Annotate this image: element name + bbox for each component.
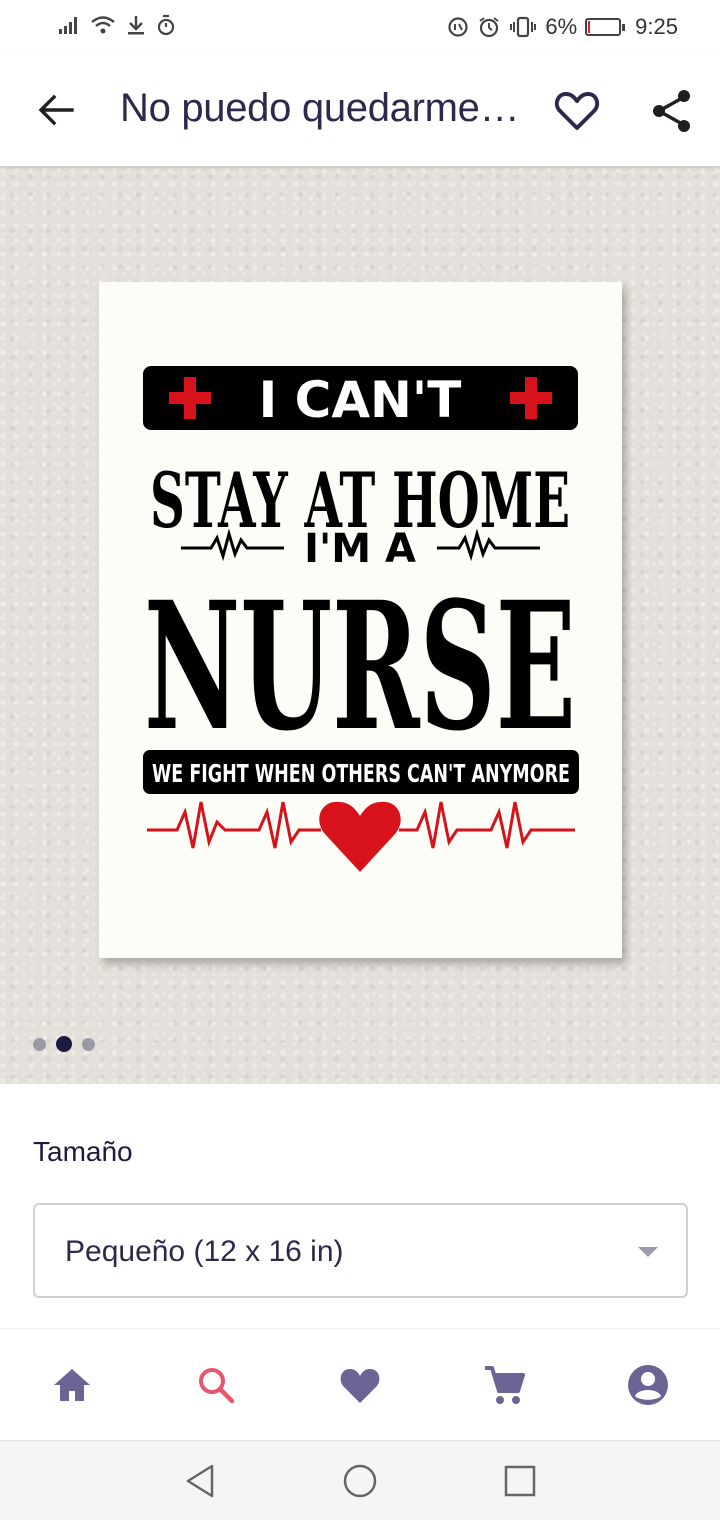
download-icon — [128, 16, 144, 35]
size-select-value: Pequeño (12 x 16 in) — [65, 1235, 344, 1268]
app-bar: No puedo quedarme… — [0, 56, 720, 166]
system-home-icon[interactable] — [340, 1461, 380, 1501]
carousel-indicator — [33, 1036, 95, 1052]
carousel-dot[interactable] — [33, 1037, 46, 1051]
nav-cart[interactable] — [482, 1363, 526, 1407]
status-bar: 6% 9:25 — [0, 0, 720, 56]
page-title: No puedo quedarme… — [120, 86, 520, 130]
search-icon — [199, 1368, 235, 1404]
nav-search[interactable] — [194, 1363, 238, 1407]
poster-image: I CAN'T STAY AT HOME I'M A NURSE WE FIGH… — [99, 282, 622, 958]
carousel-dot[interactable] — [82, 1037, 95, 1051]
system-recents-icon[interactable] — [500, 1461, 540, 1501]
clock: 9:25 — [635, 14, 678, 39]
system-navigation-bar — [0, 1440, 720, 1520]
timer-icon — [157, 14, 175, 36]
data-saver-icon — [448, 17, 468, 37]
chevron-down-icon — [638, 1247, 658, 1257]
battery-icon — [585, 18, 626, 36]
share-icon — [653, 90, 690, 132]
carousel-dot-active[interactable] — [56, 1036, 72, 1052]
vibrate-icon — [510, 16, 537, 38]
nav-favorites[interactable] — [338, 1363, 382, 1407]
poster-line-1: I CAN'T — [259, 371, 462, 429]
product-image-gallery[interactable]: I CAN'T STAY AT HOME I'M A NURSE WE FIGH… — [0, 166, 720, 1084]
share-button[interactable] — [650, 88, 694, 134]
poster-line-4: NURSE — [144, 563, 576, 770]
heart-icon — [340, 1369, 380, 1403]
cart-icon — [485, 1366, 525, 1404]
size-select[interactable]: Pequeño (12 x 16 in) — [33, 1203, 688, 1298]
alarm-icon — [479, 17, 499, 38]
heart-outline-icon — [554, 92, 600, 130]
status-icons-right: 6% 9:25 — [447, 14, 678, 40]
arrow-left-icon[interactable] — [36, 90, 76, 130]
wifi-icon — [91, 16, 115, 34]
system-back-icon[interactable] — [180, 1461, 220, 1501]
battery-percent: 6% — [545, 14, 578, 39]
status-icons-left — [58, 14, 176, 36]
home-icon — [54, 1369, 90, 1401]
signal-icon — [59, 17, 77, 34]
heart-graphic — [319, 801, 401, 872]
account-icon — [628, 1365, 668, 1405]
nav-account[interactable] — [626, 1363, 670, 1407]
poster-line-5: WE FIGHT WHEN OTHERS CAN'T ANYMORE — [152, 759, 570, 788]
favorite-button[interactable] — [554, 88, 600, 134]
size-label: Tamaño — [33, 1136, 133, 1167]
nav-home[interactable] — [50, 1363, 94, 1407]
bottom-navigation — [0, 1328, 720, 1440]
